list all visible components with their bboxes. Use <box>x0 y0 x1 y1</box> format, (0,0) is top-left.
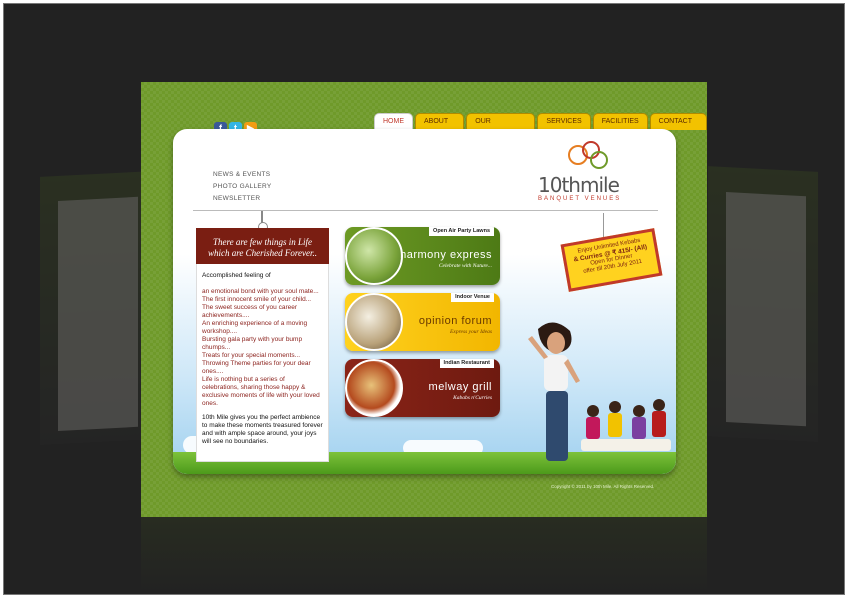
logo-name: 10thmile <box>538 173 620 197</box>
venue-title: harmony express <box>400 249 492 261</box>
link-news-events[interactable]: NEWS & EVENTS <box>213 171 272 178</box>
viewer-frame: HOME ABOUT US OUR OFFERINGS SERVICES FAC… <box>3 3 845 595</box>
intro-note: There are few things in Life which are C… <box>196 228 329 468</box>
venue-category: Indian Restaurant <box>439 359 494 368</box>
tab-contact-us[interactable]: CONTACT US <box>649 113 707 141</box>
logo-mark-icon <box>560 137 614 175</box>
note-item: Bursting gala party with your bump chump… <box>202 336 303 351</box>
note-outro: 10th Mile gives you the perfect ambience… <box>202 414 323 445</box>
ghost-page-right <box>708 166 818 442</box>
link-photo-gallery[interactable]: PHOTO GALLERY <box>213 183 272 190</box>
note-item: an emotional bond with your soul mate... <box>202 288 319 295</box>
note-item: The sweet success of you career achievem… <box>202 304 298 319</box>
group-people-image <box>581 399 671 451</box>
page-reflection <box>141 517 707 594</box>
note-item: Life is nothing but a series of celebrat… <box>202 376 320 407</box>
venue-harmony-express[interactable]: Open Air Party Lawns harmony express Cel… <box>345 227 500 285</box>
venue-category: Indoor Venue <box>451 293 494 302</box>
logo-tagline: Banquet Venues <box>538 196 622 202</box>
venue-photo <box>345 227 403 285</box>
note-item: Treats for your special moments... <box>202 352 301 359</box>
venue-opinion-forum[interactable]: Indoor Venue opinion forum Express your … <box>345 293 500 351</box>
venue-category: Open Air Party Lawns <box>429 227 494 236</box>
note-item: Throwing Theme parties for your dear one… <box>202 360 311 375</box>
tab-home[interactable]: HOME <box>374 113 413 130</box>
link-newsletter[interactable]: NEWSLETTER <box>213 195 272 202</box>
tab-services[interactable]: SERVICES <box>537 113 591 130</box>
venue-subtitle: Celebrate with Nature... <box>438 263 492 269</box>
website-page: HOME ABOUT US OUR OFFERINGS SERVICES FAC… <box>141 82 707 517</box>
main-nav: HOME ABOUT US OUR OFFERINGS SERVICES FAC… <box>374 113 707 141</box>
content-panel: NEWS & EVENTS PHOTO GALLERY NEWSLETTER 1… <box>173 129 676 474</box>
tab-our-offerings[interactable]: OUR OFFERINGS <box>466 113 536 141</box>
venue-title: melway grill <box>428 381 492 393</box>
note-lead: Accomplished feeling of <box>202 272 271 279</box>
tab-facilities[interactable]: FACILITIES <box>592 113 648 130</box>
note-body: Accomplished feeling of an emotional bon… <box>196 264 329 462</box>
copyright: Copyright © 2011 by 10th Mile. All Right… <box>551 484 655 489</box>
note-item: The first innocent smile of your child..… <box>202 296 312 303</box>
dancing-girl-image <box>528 322 580 461</box>
ghost-page-left <box>40 171 152 445</box>
tab-about-us[interactable]: ABOUT US <box>415 113 465 141</box>
venue-photo <box>345 293 403 351</box>
note-item: An enriching experience of a moving work… <box>202 320 308 335</box>
logo[interactable]: 10thmile Banquet Venues <box>538 137 638 202</box>
note-heading: There are few things in Life which are C… <box>196 228 329 264</box>
venue-photo <box>345 359 403 417</box>
venue-subtitle: Express your Ideas <box>450 329 492 335</box>
venue-subtitle: Kababs n'Curries <box>453 395 492 401</box>
venue-title: opinion forum <box>418 315 492 327</box>
sub-links: NEWS & EVENTS PHOTO GALLERY NEWSLETTER <box>213 171 272 207</box>
venue-melway-grill[interactable]: Indian Restaurant melway grill Kababs n'… <box>345 359 500 417</box>
